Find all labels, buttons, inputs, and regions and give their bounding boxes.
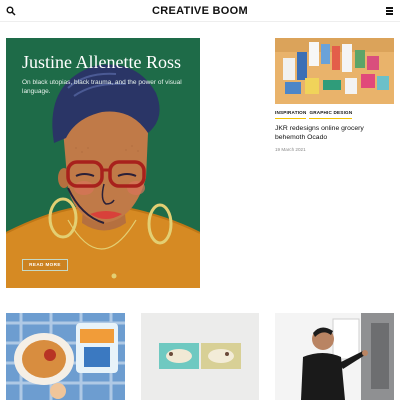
hamburger-menu-icon[interactable] [386, 7, 393, 15]
tag-inspiration[interactable]: INSPIRATION [275, 110, 307, 119]
site-logo[interactable]: CREATIVE BOOM [0, 5, 400, 17]
side-article-title[interactable]: JKR redesigns online grocery behemoth Oc… [275, 124, 395, 142]
thumbnail-dog-packaging[interactable] [141, 313, 259, 400]
thumbnail-man-writing[interactable] [275, 313, 394, 400]
feature-title[interactable]: Justine Allenette Ross [22, 52, 192, 72]
tag-graphic-design[interactable]: GRAPHIC DESIGN [309, 110, 353, 119]
side-article-date: 19 March 2021 [275, 147, 306, 152]
article-tags: INSPIRATION GRAPHIC DESIGN [275, 110, 353, 119]
read-more-button[interactable]: READ MORE [22, 259, 68, 271]
grocery-products-image[interactable] [275, 38, 394, 104]
portrait-illustration [6, 64, 200, 288]
thumbnail-snack-food[interactable] [6, 313, 125, 400]
site-header: CREATIVE BOOM [0, 0, 400, 22]
feature-description: On black utopias, black trauma, and the … [22, 79, 182, 95]
featured-article-card[interactable]: Justine Allenette Ross On black utopias,… [6, 38, 200, 288]
